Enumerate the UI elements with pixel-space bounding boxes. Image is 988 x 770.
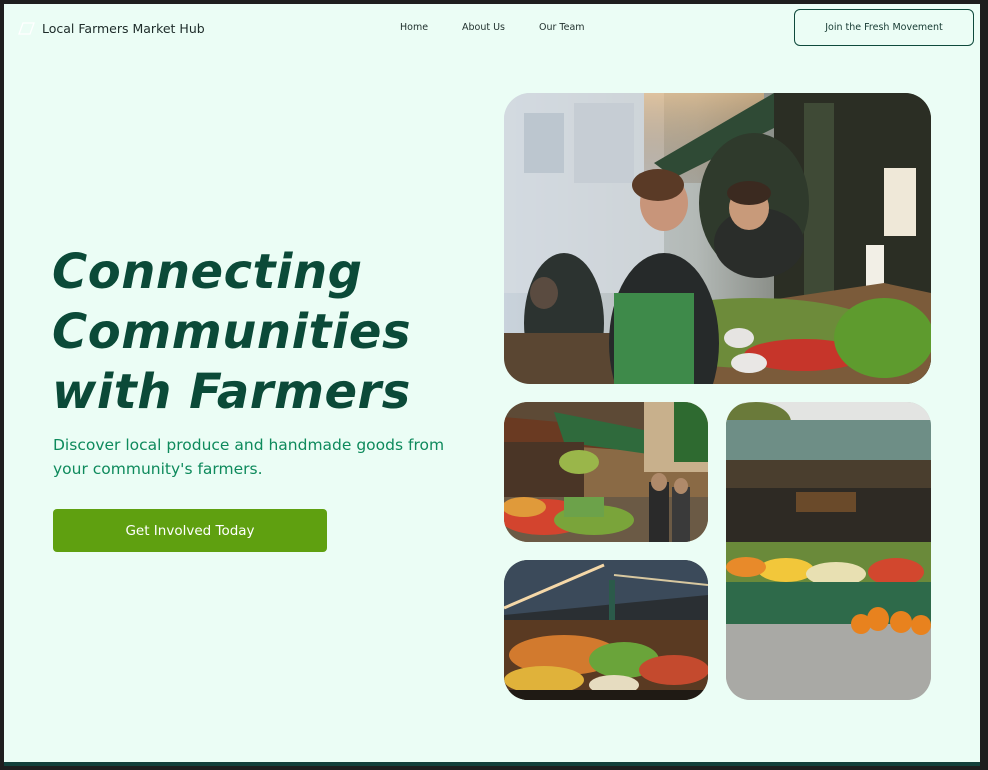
- hero-title-line: Connecting: [52, 244, 363, 300]
- brand-logo[interactable]: Local Farmers Market Hub: [16, 20, 205, 36]
- market-street-photo: [504, 402, 708, 542]
- vendor-at-market-stall-photo: [504, 93, 931, 384]
- hero-subtitle: Discover local produce and handmade good…: [53, 436, 445, 478]
- indoor-market-hall-photo: [504, 560, 708, 700]
- outdoor-produce-stand-photo: [726, 402, 931, 700]
- nav-home-link[interactable]: Home: [400, 22, 428, 33]
- leaf-outline-icon: [18, 22, 35, 35]
- brand-name: Local Farmers Market Hub: [42, 20, 205, 36]
- hero-title: Connecting Communities with Farmers: [52, 242, 482, 422]
- get-involved-button[interactable]: Get Involved Today: [53, 509, 327, 552]
- hero-title-line: Communities: [52, 304, 412, 360]
- top-nav: Local Farmers Market Hub Home About Us O…: [4, 4, 980, 54]
- join-movement-button[interactable]: Join the Fresh Movement: [794, 9, 974, 46]
- hero-title-line: with Farmers: [52, 364, 411, 420]
- nav-about-link[interactable]: About Us: [462, 22, 505, 33]
- nav-team-link[interactable]: Our Team: [539, 22, 585, 33]
- page: Local Farmers Market Hub Home About Us O…: [4, 4, 980, 766]
